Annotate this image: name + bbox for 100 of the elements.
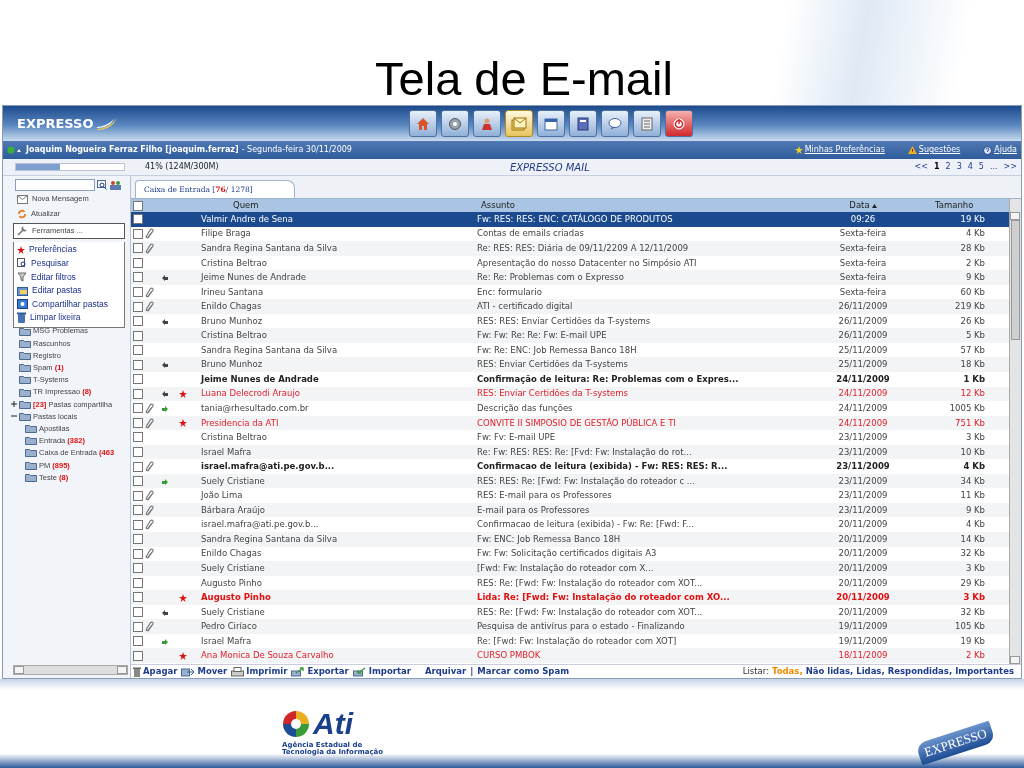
message-row[interactable]: Augusto Pinho RES: Re: [Fwd: Fw: Instalação do roteador com XOT... 20/11/2009 29 Kb <box>131 575 1009 591</box>
checkbox[interactable] <box>133 505 143 516</box>
page-link[interactable]: 2 <box>945 161 951 173</box>
search-field[interactable] <box>15 179 95 191</box>
action-link[interactable]: Imprimir <box>231 665 288 678</box>
page-link[interactable]: << <box>914 161 928 173</box>
checkbox[interactable] <box>133 650 143 661</box>
message-row[interactable]: israel.mafra@ati.pe.gov.b... Confirmacao de leitura (exibida) - Fw: Re: [Fwd: F... 20/11/2009 4 Kb <box>131 517 1009 533</box>
message-row[interactable]: Israel Mafra Re: Fw: RES: RES: Re: [Fvd: Fw: Instalação do rot... 23/11/2009 10 Kb <box>131 444 1009 460</box>
checkbox[interactable] <box>133 432 143 443</box>
message-row[interactable]: Suely Cristiane RES: Re: [Fwd: Fw: Instalação do roteador com XOT... 20/11/2009 32 Kb <box>131 604 1009 620</box>
checkbox[interactable] <box>133 563 143 574</box>
home-button[interactable] <box>409 110 437 137</box>
page-link[interactable]: ... <box>989 161 998 173</box>
action-link[interactable]: Apagar <box>133 665 178 678</box>
page-link[interactable]: 5 <box>978 161 984 173</box>
checkbox[interactable] <box>133 272 143 283</box>
message-row[interactable]: Ana Monica De Souza Carvalho CURSO PMBOK 18/11/2009 2 Kb <box>131 648 1009 663</box>
checkbox[interactable] <box>133 548 143 559</box>
checkbox[interactable] <box>133 345 143 356</box>
page-link[interactable]: 4 <box>967 161 973 173</box>
message-row[interactable]: Sandra Regina Santana da Silva Fw: Re: ENC: Job Remessa Banco 18H 25/11/2009 57 Kb <box>131 342 1009 358</box>
checkbox[interactable] <box>133 592 143 603</box>
message-row[interactable]: Valmir Andre de Sena Fw: RES: RES: ENC: CATÁLOGO DE PRODUTOS 09:26 19 Kb <box>131 212 1009 227</box>
action-link[interactable]: Importar <box>352 665 411 678</box>
action-link[interactable]: Exportar <box>291 665 349 678</box>
checkbox[interactable] <box>133 476 143 487</box>
checkbox[interactable] <box>133 490 143 501</box>
page-link[interactable]: 1 <box>934 161 940 173</box>
header-link[interactable]: Minhas Preferências <box>794 144 885 156</box>
checkbox[interactable] <box>133 403 143 414</box>
header-link[interactable]: Ajuda <box>983 144 1017 156</box>
filter-link[interactable]: Lidas, <box>856 665 885 678</box>
message-row[interactable]: Jeime Nunes de Andrade Re: Re: Problemas com o Expresso Sexta-feira 9 Kb <box>131 270 1009 285</box>
menu-item[interactable]: Pesquisar <box>14 256 124 271</box>
checkbox[interactable] <box>133 228 143 239</box>
checkbox[interactable] <box>133 534 143 545</box>
document-button[interactable] <box>633 110 661 137</box>
message-row[interactable]: Cristina Beltrao Apresentação do nosso Datacenter no Simpósio ATI Sexta-feira 2 Kb <box>131 255 1009 271</box>
checkbox[interactable] <box>133 519 143 530</box>
filter-link[interactable]: Não lidas, <box>805 665 854 678</box>
message-row[interactable]: Pedro Ciríaco Pesquisa de antivírus para o estado - Finalizando 19/11/2009 105 Kb <box>131 619 1009 634</box>
message-row[interactable]: Suely Cristiane [Fwd: Fw: Instalação do roteador com X... 20/11/2009 3 Kb <box>131 561 1009 576</box>
checkbox[interactable] <box>133 374 143 385</box>
filter-link[interactable]: Importantes <box>955 665 1014 678</box>
message-row[interactable]: Enildo Chagas ATI - certificado digital 26/11/2009 219 Kb <box>131 299 1009 314</box>
message-row[interactable]: tania@rhesultado.com.br Descrição das funções 24/11/2009 1005 Kb <box>131 401 1009 416</box>
message-row[interactable]: Suely Cristiane RES: RES: Re: [Fwd: Fw: Instalação do roteador c ... 23/11/2009 34 Kb <box>131 473 1009 489</box>
checkbox[interactable] <box>133 287 143 297</box>
checkbox[interactable] <box>133 447 143 457</box>
menu-item[interactable]: Preferências <box>14 243 124 257</box>
checkbox[interactable] <box>133 577 143 588</box>
action-link[interactable]: Arquivar <box>424 665 467 678</box>
menu-item[interactable]: Editar pastas <box>14 283 124 298</box>
column-header[interactable]: Assunto <box>477 199 515 212</box>
message-row[interactable]: Bruno Munhoz RES: RES: Enviar Certidões da T-systems 26/11/2009 26 Kb <box>131 313 1009 329</box>
column-header[interactable]: Data <box>849 199 877 212</box>
filter-link[interactable]: Respondidas, <box>887 665 953 678</box>
message-row[interactable]: Irineu Santana Enc: formulario Sexta-feira 60 Kb <box>131 284 1009 300</box>
checkbox[interactable] <box>133 257 143 268</box>
power-button[interactable] <box>665 110 693 137</box>
checkbox[interactable] <box>133 607 143 618</box>
checkbox[interactable] <box>133 214 143 225</box>
checkbox[interactable] <box>133 359 143 370</box>
message-row[interactable]: Jeime Nunes de Andrade Confirmação de leitura: Re: Problemas com o Expres... 24/11/2009 1 Kb <box>131 372 1009 387</box>
menu-item[interactable]: Compartilhar pastas <box>14 297 124 311</box>
checkbox[interactable] <box>133 330 143 341</box>
person-button[interactable] <box>473 110 501 137</box>
header-link[interactable]: Sugestões <box>907 144 961 156</box>
calendar-button[interactable] <box>537 110 565 137</box>
message-row[interactable]: Cristina Beltrao Fw: Fv: E-mail UPE 23/11/2009 3 Kb <box>131 430 1009 445</box>
vertical-scrollbar[interactable] <box>1009 199 1021 664</box>
menu-item[interactable]: Editar filtros <box>14 270 124 284</box>
message-row[interactable]: Bruno Munhoz RES: Enviar Certidões da T-systems 25/11/2009 18 Kb <box>131 357 1009 372</box>
checkbox[interactable] <box>133 243 143 254</box>
checkbox[interactable] <box>133 316 143 327</box>
checkbox[interactable] <box>133 636 143 647</box>
message-row[interactable]: Augusto Pinho Lida: Re: [Fwd: Fw: Instalação do roteador com XO... 20/11/2009 3 Kb <box>131 590 1009 605</box>
chat-button[interactable] <box>601 110 629 137</box>
message-row[interactable]: Bárbara Araújo E-mail para os Professores 23/11/2009 9 Kb <box>131 502 1009 518</box>
mail-button[interactable] <box>505 110 533 137</box>
column-header[interactable]: Quem <box>201 199 259 212</box>
message-row[interactable]: Presidencia da ATI CONVITE II SIMPOSIO DE GESTÃO PÚBLICA E TI 24/11/2009 751 Kb <box>131 415 1009 431</box>
column-header[interactable]: Tamanho <box>913 199 974 212</box>
message-row[interactable]: Sandra Regina Santana da Silva Fw: ENC: Job Remessa Banco 18H 20/11/2009 14 Kb <box>131 532 1009 547</box>
menu-item[interactable]: Limpar lixeira <box>14 310 124 325</box>
message-row[interactable]: João Lima RES: E-mail para os Professores 23/11/2009 11 Kb <box>131 488 1009 503</box>
message-row[interactable]: Enildo Chagas Fw: Fw: Solicitação certificados digitais A3 20/11/2009 32 Kb <box>131 546 1009 562</box>
message-row[interactable]: Sandra Regina Santana da Silva Re: RES: RES: Diária de 09/11/2209 A 12/11/2009 Sexta-feira 28 Kb <box>131 241 1009 256</box>
action-link[interactable]: Marcar como Spam <box>477 665 569 678</box>
message-row[interactable]: israel.mafra@ati.pe.gov.b... Confirmacao de leitura (exibida) - Fw: RES: RES: R... 23/11/2009 4 Kb <box>131 459 1009 474</box>
message-row[interactable]: Luana Delecrodi Araujo RES: Enviar Certidões da T-systems 24/11/2009 12 Kb <box>131 386 1009 402</box>
action-link[interactable]: Mover <box>181 665 228 678</box>
message-row[interactable]: Cristina Beltrao Fw: Fw: Re: Re: Fw: E-mail UPE 26/11/2009 5 Kb <box>131 328 1009 343</box>
checkbox[interactable] <box>133 200 143 211</box>
settings-button[interactable] <box>441 110 469 137</box>
page-link[interactable]: >> <box>1003 161 1017 173</box>
checkbox[interactable] <box>133 417 143 428</box>
message-row[interactable]: Filipe Braga Contas de emails criadas Sexta-feira 4 Kb <box>131 226 1009 242</box>
horizontal-scrollbar[interactable] <box>13 665 128 675</box>
